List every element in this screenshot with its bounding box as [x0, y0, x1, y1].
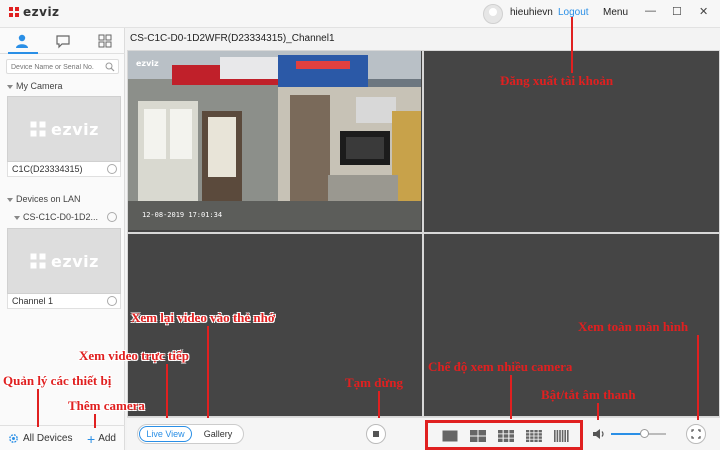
search-icon[interactable] — [105, 62, 115, 72]
my-camera-thumbnail[interactable]: ezviz — [7, 96, 121, 162]
annotation-sound: Bật/tắt âm thanh — [541, 387, 636, 402]
caret-down-icon — [7, 197, 13, 202]
avatar[interactable] — [483, 4, 503, 24]
annotation-live: Xem video trực tiếp — [79, 348, 189, 363]
ezviz-logo-icon — [30, 121, 46, 137]
lan-channel-thumbnail[interactable]: ezviz — [7, 228, 121, 294]
thumbnail-logo-text: ezviz — [51, 119, 99, 139]
lan-channel-name: Channel 1 — [12, 296, 54, 306]
all-devices-label: All Devices — [23, 433, 73, 444]
tab-grid[interactable] — [97, 33, 115, 49]
search-box — [6, 59, 119, 74]
title-bar: ezviz hieuhievn Logout Menu — ☐ ✕ — [0, 0, 720, 28]
my-camera-device-name: C1C(D23334315) — [12, 164, 83, 174]
annotation-line-multiview — [510, 375, 512, 419]
video-grid: ezviz 12-08-2019 17:01:34 — [127, 50, 720, 417]
annotation-line-playback — [207, 326, 209, 418]
fullscreen-button[interactable] — [686, 424, 706, 444]
layout-list-icon[interactable] — [554, 430, 570, 442]
live-video-feed[interactable]: ezviz 12-08-2019 17:01:34 — [128, 51, 421, 230]
caret-down-icon — [7, 84, 13, 89]
annotation-multiview: Chế độ xem nhiều camera — [428, 359, 573, 374]
annotation-manage: Quản lý các thiết bị — [3, 373, 112, 388]
menu-button[interactable]: Menu — [603, 7, 628, 18]
person-icon — [16, 34, 28, 48]
lan-device-name: CS-C1C-D0-1D2... — [23, 212, 99, 222]
annotation-line-fullscreen — [697, 335, 699, 420]
fullscreen-icon — [691, 429, 701, 439]
layout-1-icon[interactable] — [442, 430, 458, 442]
search-input[interactable] — [11, 61, 101, 73]
ezviz-logo-icon — [9, 7, 19, 17]
annotation-playback: Xem lại video vào thẻ nhớ — [131, 310, 276, 325]
annotation-line-manage — [37, 389, 39, 427]
sidebar-bottom-bar: All Devices + Add — [0, 425, 125, 450]
camera-feed-image — [128, 51, 421, 230]
minimize-button[interactable]: — — [645, 5, 656, 17]
lan-header[interactable]: Devices on LAN — [7, 194, 81, 204]
tab-messages[interactable] — [55, 33, 73, 49]
view-mode-toggle: Live View Gallery — [137, 424, 244, 444]
gallery-button[interactable]: Gallery — [194, 426, 242, 442]
my-camera-device-label[interactable]: C1C(D23334315) — [7, 162, 121, 177]
annotation-line-sound — [597, 403, 599, 420]
lan-device-item[interactable]: CS-C1C-D0-1D2... — [14, 212, 120, 222]
annotation-add: Thêm camera — [68, 398, 145, 413]
my-camera-header[interactable]: My Camera — [7, 81, 63, 91]
app-logo: ezviz — [8, 5, 60, 19]
channel-title: CS-C1C-D0-1D2WFR(D23334315)_Channel1 — [130, 33, 335, 44]
history-icon[interactable] — [107, 296, 117, 306]
caret-down-icon — [14, 215, 20, 220]
maximize-button[interactable]: ☐ — [672, 5, 682, 18]
thumbnail-logo: ezviz — [29, 120, 99, 139]
close-button[interactable]: ✕ — [699, 5, 708, 18]
layout-selector — [425, 420, 583, 450]
all-devices-button[interactable]: All Devices — [8, 433, 72, 444]
annotation-pause: Tạm dừng — [345, 375, 404, 390]
annotation-line-add — [94, 414, 96, 428]
annotation-line-live — [166, 364, 168, 418]
logo-text: ezviz — [23, 5, 60, 19]
sidebar-tabs — [0, 28, 125, 54]
volume-slider[interactable] — [611, 429, 666, 438]
my-camera-header-label: My Camera — [16, 81, 63, 91]
stop-button[interactable] — [366, 424, 386, 444]
ezviz-logo-icon — [30, 253, 46, 269]
video-logo-text: ezviz — [136, 59, 159, 68]
video-timestamp: 12-08-2019 17:01:34 — [142, 211, 223, 219]
tab-devices[interactable] — [8, 33, 38, 54]
history-icon[interactable] — [107, 164, 117, 174]
thumbnail-logo-text: ezviz — [51, 251, 99, 271]
volume-icon[interactable] — [592, 427, 606, 441]
chat-bubble-icon — [56, 35, 70, 49]
thumbnail-logo: ezviz — [29, 252, 99, 271]
annotation-logout: Đăng xuất tài khoản — [500, 73, 614, 88]
lan-header-label: Devices on LAN — [16, 194, 81, 204]
layout-4-icon[interactable] — [470, 430, 486, 442]
add-device-button[interactable]: + Add — [87, 430, 116, 447]
lan-channel-label[interactable]: Channel 1 — [7, 294, 121, 309]
live-view-button[interactable]: Live View — [139, 426, 192, 442]
annotation-line-logout — [571, 17, 573, 73]
layout-16-icon[interactable] — [526, 430, 542, 442]
logout-link[interactable]: Logout — [558, 7, 589, 18]
volume-knob[interactable] — [639, 429, 649, 438]
grid-icon — [98, 34, 112, 48]
gear-icon — [9, 434, 18, 443]
annotation-fullscreen: Xem toàn màn hình — [578, 319, 689, 334]
video-cell-1[interactable]: ezviz 12-08-2019 17:01:34 — [128, 51, 422, 232]
layout-9-icon[interactable] — [498, 430, 514, 442]
add-label: Add — [98, 433, 116, 444]
annotation-line-pause — [378, 391, 380, 418]
ezviz-app-window: ezviz hieuhievn Logout Menu — ☐ ✕ Device… — [0, 0, 720, 450]
play-icon[interactable] — [107, 212, 117, 222]
control-bar: Live View Gallery — [127, 417, 720, 450]
plus-icon: + — [87, 430, 96, 447]
username: hieuhievn — [510, 7, 553, 18]
